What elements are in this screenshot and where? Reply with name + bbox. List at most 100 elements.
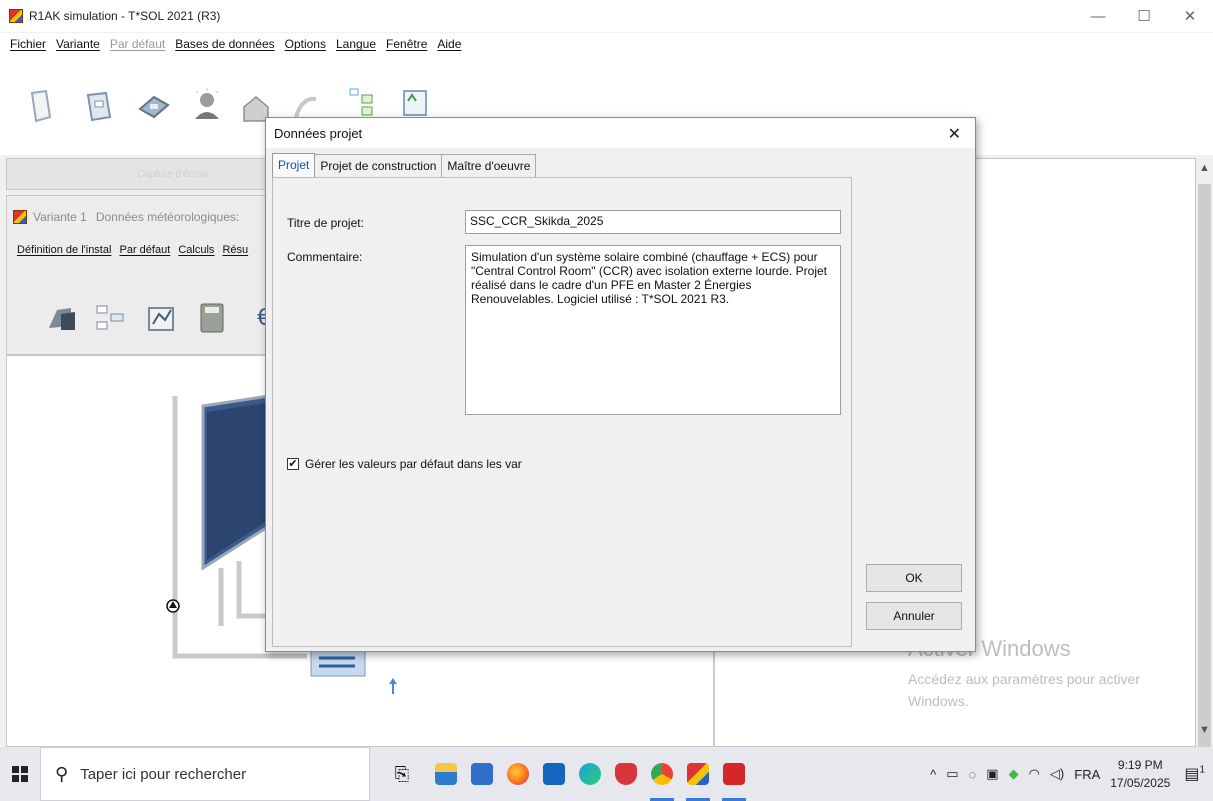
window-titlebar: R1AK simulation - T*SOL 2021 (R3) — ☐ ✕ xyxy=(0,0,1213,32)
taskbar-security[interactable] xyxy=(608,747,644,801)
solar-collector-icon xyxy=(201,394,271,571)
notification-center-button[interactable]: ▤1 xyxy=(1184,764,1205,784)
tray-app-icon[interactable]: ▣ xyxy=(986,766,998,782)
variant-menu-definition[interactable]: Définition de l'instal xyxy=(17,244,111,256)
close-window-button[interactable]: ✕ xyxy=(1167,0,1213,32)
taskbar-tsol[interactable] xyxy=(680,747,716,801)
store-icon xyxy=(471,763,493,785)
clock-time: 9:19 PM xyxy=(1117,758,1163,772)
tray-chevron-up-icon[interactable]: ^ xyxy=(930,767,936,782)
scroll-up-icon[interactable]: ▲ xyxy=(1199,162,1210,174)
new-project-icon[interactable] xyxy=(22,87,60,125)
firefox-icon xyxy=(507,763,529,785)
dialog-tabs: Projet Projet de construction Maître d'o… xyxy=(272,153,537,178)
default-values-label: Gérer les valeurs par défaut dans les va… xyxy=(305,457,522,471)
notification-count: 1 xyxy=(1199,764,1205,776)
comment-textarea[interactable]: Simulation d'un système solaire combiné … xyxy=(465,245,841,415)
ok-button[interactable]: OK xyxy=(866,564,962,592)
ghost-text: Capture d'écran xyxy=(137,169,208,180)
variant-menu-calculs[interactable]: Calculs xyxy=(178,244,214,256)
calculator-icon[interactable] xyxy=(197,302,227,334)
variant-app-icon xyxy=(13,210,27,224)
taskbar-acrobat[interactable] xyxy=(716,747,752,801)
project-data-dialog: Données projet ✕ Projet Projet de constr… xyxy=(265,117,976,652)
battery-icon[interactable]: ▭ xyxy=(946,766,958,782)
tsol-app-icon xyxy=(687,763,709,785)
taskbar-file-explorer[interactable] xyxy=(428,747,464,801)
taskbar-outlook[interactable] xyxy=(536,747,572,801)
taskbar-clock[interactable]: 9:19 PM 17/05/2025 xyxy=(1110,756,1170,792)
variant-name: Variante 1 xyxy=(33,210,87,224)
windows-logo-icon xyxy=(12,766,28,782)
tab-maitre-doeuvre[interactable]: Maître d'oeuvre xyxy=(441,154,537,178)
project-header-strip: Capture d'écran xyxy=(6,158,274,190)
default-values-checkbox[interactable]: ✔ xyxy=(287,458,299,470)
volume-icon[interactable]: ◁) xyxy=(1050,766,1064,782)
windows-taskbar: ⚲ Taper ici pour rechercher ⎘ ^ ▭ ◌ ▣ ◆ … xyxy=(0,747,1213,801)
menu-options[interactable]: Options xyxy=(285,37,326,51)
menu-aide[interactable]: Aide xyxy=(437,37,461,51)
edge-icon xyxy=(579,763,601,785)
menu-fichier[interactable]: Fichier xyxy=(10,37,46,51)
dialog-close-button[interactable]: ✕ xyxy=(948,124,961,144)
taskbar-chrome[interactable] xyxy=(644,747,680,801)
tray-green-icon[interactable]: ◆ xyxy=(1009,766,1019,782)
taskbar-search-box[interactable]: ⚲ Taper ici pour rechercher xyxy=(40,747,370,801)
language-indicator[interactable]: FRA xyxy=(1074,767,1100,782)
clock-date: 17/05/2025 xyxy=(1110,776,1171,790)
variant-schema-icon[interactable] xyxy=(95,304,127,332)
comment-label: Commentaire: xyxy=(287,250,363,264)
minimize-button[interactable]: — xyxy=(1075,0,1121,32)
start-button[interactable] xyxy=(0,747,40,801)
taskbar-store[interactable] xyxy=(464,747,500,801)
menu-variante[interactable]: Variante xyxy=(56,37,100,51)
open-folder-icon[interactable] xyxy=(80,87,118,125)
search-icon: ⚲ xyxy=(55,763,69,784)
taskbar-edge[interactable] xyxy=(572,747,608,801)
variant-definition-icon[interactable] xyxy=(47,304,79,332)
file-explorer-icon xyxy=(435,763,457,785)
chrome-icon xyxy=(651,763,673,785)
taskbar-firefox[interactable] xyxy=(500,747,536,801)
tab-projet[interactable]: Projet xyxy=(272,153,316,177)
system-tray: ^ ▭ ◌ ▣ ◆ ◠ ◁) FRA 9:19 PM 17/05/2025 ▤1 xyxy=(930,747,1213,801)
menu-fenetre[interactable]: Fenêtre xyxy=(386,37,427,51)
pump-icon xyxy=(166,599,180,613)
window-title: R1AK simulation - T*SOL 2021 (R3) xyxy=(29,9,221,23)
task-view-icon: ⎘ xyxy=(394,763,410,784)
maximize-button[interactable]: ☐ xyxy=(1121,0,1167,32)
dialog-titlebar: Données projet xyxy=(266,118,975,148)
dialog-title: Données projet xyxy=(274,125,363,141)
wifi-icon[interactable]: ◠ xyxy=(1029,766,1040,782)
scroll-thumb[interactable] xyxy=(1198,184,1211,754)
project-title-input[interactable]: SSC_CCR_Skikda_2025 xyxy=(465,210,841,234)
menu-langue[interactable]: Langue xyxy=(336,37,376,51)
variant-meteo-label: Données météorologiques: xyxy=(95,210,240,224)
outlook-icon xyxy=(543,763,565,785)
network-icon[interactable]: ◌ xyxy=(969,767,977,782)
user-icon[interactable] xyxy=(188,87,226,125)
search-placeholder: Taper ici pour rechercher xyxy=(80,765,247,783)
shield-icon xyxy=(615,763,637,785)
variant-menu-resultats[interactable]: Résu xyxy=(222,244,248,256)
menu-par-defaut: Par défaut xyxy=(109,37,166,51)
variant-panel: Variante 1 Données météorologiques: Défi… xyxy=(6,195,272,355)
variant-chart-icon[interactable] xyxy=(147,304,179,332)
menu-bases-de-donnees[interactable]: Bases de données xyxy=(175,37,274,51)
menu-bar: Fichier Variante Par défaut Bases de don… xyxy=(0,33,1213,55)
variant-title-bar: Variante 1 Données météorologiques: xyxy=(13,210,239,224)
save-disk-icon[interactable] xyxy=(136,87,174,125)
project-title-label: Titre de projet: xyxy=(287,216,364,230)
variant-menu-bar: Définition de l'instal Par défaut Calcul… xyxy=(17,244,253,256)
app-icon xyxy=(9,9,23,23)
window-controls: — ☐ ✕ xyxy=(1075,0,1213,32)
scroll-down-icon[interactable]: ▼ xyxy=(1199,724,1210,736)
task-view-button[interactable]: ⎘ xyxy=(384,747,420,801)
tab-projet-de-construction[interactable]: Projet de construction xyxy=(314,154,443,178)
pdf-icon xyxy=(723,763,745,785)
activation-watermark-subtitle: Accédez aux paramètres pour activer Wind… xyxy=(908,671,1140,709)
tab-panel-projet: Titre de projet: SSC_CCR_Skikda_2025 Com… xyxy=(272,177,852,647)
variant-menu-par-defaut[interactable]: Par défaut xyxy=(120,244,171,256)
cancel-button[interactable]: Annuler xyxy=(866,602,962,630)
vertical-scrollbar[interactable]: ▲ ▼ xyxy=(1196,158,1213,754)
